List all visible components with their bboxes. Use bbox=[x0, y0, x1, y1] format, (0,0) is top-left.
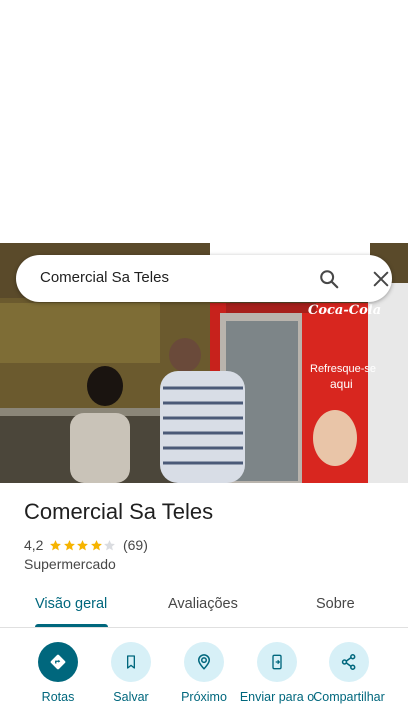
star-icon bbox=[104, 539, 116, 550]
directions-button-circle[interactable] bbox=[38, 642, 78, 682]
rating-row[interactable]: 4,2 (69) bbox=[24, 536, 148, 554]
share-label: Compartilhar bbox=[313, 690, 385, 704]
nearby-label: Próximo bbox=[181, 690, 227, 704]
review-count: (69) bbox=[122, 537, 148, 553]
search-button[interactable] bbox=[314, 265, 344, 293]
close-icon bbox=[373, 271, 389, 287]
star-icon bbox=[77, 539, 89, 550]
fridge-slogan-line-1: Refresque-se bbox=[310, 363, 377, 375]
fridge-slogan-line-2: aqui bbox=[330, 377, 353, 391]
directions-label: Rotas bbox=[41, 690, 75, 704]
rating-value: 4,2 bbox=[24, 537, 44, 553]
search-bar[interactable]: Comercial Sa Teles bbox=[16, 255, 392, 302]
search-icon bbox=[320, 270, 339, 289]
directions-icon bbox=[50, 654, 66, 670]
star-icon bbox=[64, 539, 75, 550]
active-tab-indicator bbox=[35, 624, 108, 627]
save-button-circle[interactable] bbox=[111, 642, 151, 682]
share-button[interactable]: Compartilhar bbox=[311, 642, 387, 704]
nearby-button[interactable]: Próximo bbox=[166, 642, 242, 704]
share-button-circle[interactable] bbox=[329, 642, 369, 682]
nearby-icon bbox=[197, 654, 211, 670]
send-to-phone-icon bbox=[272, 654, 282, 670]
nearby-button-circle[interactable] bbox=[184, 642, 224, 682]
bookmark-icon bbox=[127, 655, 135, 669]
directions-button[interactable]: Rotas bbox=[20, 642, 96, 704]
close-button[interactable] bbox=[366, 265, 396, 293]
fridge-brand-text: Coca-Cola bbox=[308, 303, 382, 318]
save-label: Salvar bbox=[113, 690, 149, 704]
place-category: Supermercado bbox=[24, 556, 116, 572]
rating-stars bbox=[49, 539, 117, 552]
place-title: Comercial Sa Teles bbox=[24, 499, 214, 524]
save-button[interactable]: Salvar bbox=[93, 642, 169, 704]
share-icon bbox=[341, 654, 356, 670]
tab-reviews[interactable]: Avaliações bbox=[168, 596, 238, 612]
star-icon bbox=[50, 539, 62, 550]
tab-overview[interactable]: Visão geral bbox=[35, 596, 107, 612]
send-to-phone-button-circle[interactable] bbox=[257, 642, 297, 682]
send-to-phone-label: Enviar para o bbox=[239, 690, 315, 704]
place-tabs: Visão geral Avaliações Sobre bbox=[0, 584, 408, 628]
star-icon bbox=[91, 539, 102, 550]
send-to-phone-button[interactable]: Enviar para o bbox=[239, 642, 315, 704]
search-input[interactable]: Comercial Sa Teles bbox=[40, 269, 169, 286]
tab-about[interactable]: Sobre bbox=[316, 596, 355, 612]
